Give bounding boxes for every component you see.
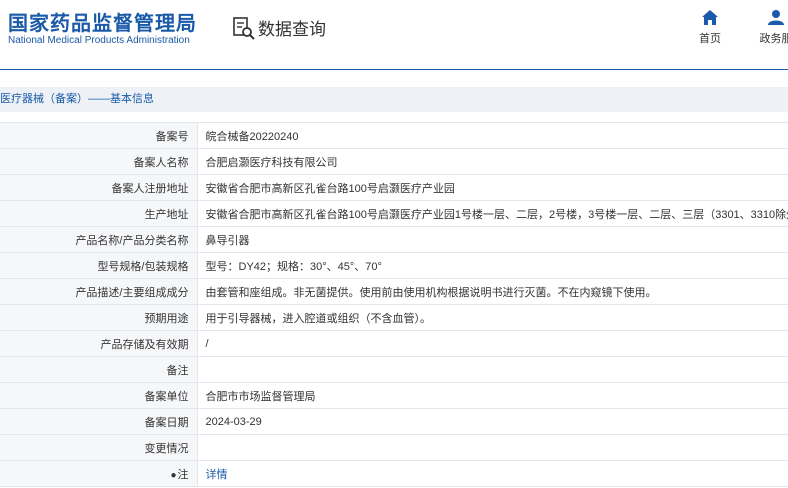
field-value: 安徽省合肥市高新区孔雀台路100号启灏医疗产业园1号楼一层、二层，2号楼，3号楼… xyxy=(197,200,788,227)
nav-home-label: 首页 xyxy=(699,33,721,45)
table-row: 预期用途 用于引导器械，进入腔道或组织（不含血管）。 xyxy=(0,304,788,331)
field-value: 合肥市市场监督管理局 xyxy=(197,382,788,409)
field-value: 合肥启灏医疗科技有限公司 xyxy=(197,148,788,175)
field-value: 详情 xyxy=(197,460,788,487)
table-row: 产品描述/主要组成成分 由套管和座组成。非无菌提供。使用前由使用机构根据说明书进… xyxy=(0,278,788,305)
field-label-note: ●注 xyxy=(0,460,198,487)
field-label: 型号规格/包装规格 xyxy=(0,252,198,279)
user-icon xyxy=(768,10,784,25)
nav-home[interactable]: 首页 xyxy=(680,10,740,46)
field-label: 备案人名称 xyxy=(0,148,198,175)
field-value: 用于引导器械，进入腔道或组织（不含血管）。 xyxy=(197,304,788,331)
field-label: 备案人注册地址 xyxy=(0,174,198,201)
site-logo-subtitle[interactable]: National Medical Products Administration xyxy=(8,35,190,46)
field-label: 产品描述/主要组成成分 xyxy=(0,278,198,305)
field-value: 皖合械备20220240 xyxy=(197,122,788,149)
table-row: 备案人注册地址 安徽省合肥市高新区孔雀台路100号启灏医疗产业园 xyxy=(0,174,788,201)
table-row: 产品名称/产品分类名称 鼻导引器 xyxy=(0,226,788,253)
site-header: 国家药品监督管理局 National Medical Products Admi… xyxy=(0,0,788,70)
field-value: 鼻导引器 xyxy=(197,226,788,253)
nav-government-services-label: 政务服 xyxy=(759,33,788,45)
nav-government-services[interactable]: 政务服 xyxy=(746,10,788,46)
table-row: ●注 详情 xyxy=(0,460,788,487)
home-icon xyxy=(702,10,718,25)
field-label: 生产地址 xyxy=(0,200,198,227)
document-search-icon xyxy=(233,16,255,40)
field-label: 变更情况 xyxy=(0,434,198,461)
field-label: 备案号 xyxy=(0,122,198,149)
table-row: 型号规格/包装规格 型号：DY42；规格：30°、45°、70° xyxy=(0,252,788,279)
field-label: 备案日期 xyxy=(0,408,198,435)
field-value xyxy=(197,356,788,383)
field-label: 备案单位 xyxy=(0,382,198,409)
table-row: 备案号 皖合械备20220240 xyxy=(0,122,788,149)
table-row: 备案人名称 合肥启灏医疗科技有限公司 xyxy=(0,148,788,175)
field-value: 由套管和座组成。非无菌提供。使用前由使用机构根据说明书进行灭菌。不在内窥镜下使用… xyxy=(197,278,788,305)
record-info-table: 备案号 皖合械备20220240 备案人名称 合肥启灏医疗科技有限公司 备案人注… xyxy=(0,122,788,487)
field-value: 型号：DY42；规格：30°、45°、70° xyxy=(197,252,788,279)
field-label: 备注 xyxy=(0,356,198,383)
table-row: 备案日期 2024-03-29 xyxy=(0,408,788,435)
field-label: 产品名称/产品分类名称 xyxy=(0,226,198,253)
data-query-title: 数据查询 xyxy=(258,20,326,39)
details-link[interactable]: 详情 xyxy=(206,469,228,481)
field-label: 产品存储及有效期 xyxy=(0,330,198,357)
table-row: 产品存储及有效期 / xyxy=(0,330,788,357)
breadcrumb: 医疗器械（备案）——基本信息 xyxy=(0,87,788,112)
table-row: 备注 xyxy=(0,356,788,383)
table-row: 备案单位 合肥市市场监督管理局 xyxy=(0,382,788,409)
field-value xyxy=(197,434,788,461)
field-value: 安徽省合肥市高新区孔雀台路100号启灏医疗产业园 xyxy=(197,174,788,201)
table-row: 生产地址 安徽省合肥市高新区孔雀台路100号启灏医疗产业园1号楼一层、二层，2号… xyxy=(0,200,788,227)
field-value: 2024-03-29 xyxy=(197,408,788,435)
field-label: 预期用途 xyxy=(0,304,198,331)
site-logo-title[interactable]: 国家药品监督管理局 xyxy=(8,7,197,36)
data-query-heading: 数据查询 xyxy=(232,15,326,40)
field-value: / xyxy=(197,330,788,357)
pin-icon: ● xyxy=(170,469,177,481)
note-label: 注 xyxy=(177,468,189,481)
table-row: 变更情况 xyxy=(0,434,788,461)
